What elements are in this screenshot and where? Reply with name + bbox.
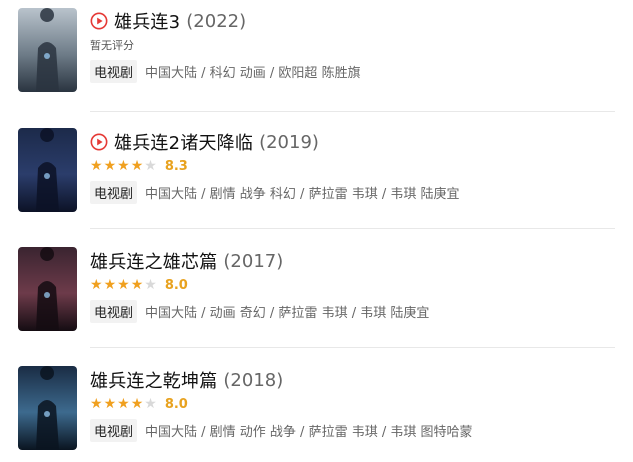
result-info: 雄兵连3 (2022) 暂无评分 电视剧 中国大陆 / 科幻 动画 / 欧阳超 … <box>90 8 615 83</box>
star-rating: ★ ★ ★ ★ ★ <box>90 397 157 411</box>
star-icon: ★ <box>103 277 117 293</box>
rating-row: ★ ★ ★ ★ ★ 8.0 <box>90 395 615 413</box>
play-circle-icon[interactable] <box>90 133 108 151</box>
divider <box>90 347 615 348</box>
play-circle-icon[interactable] <box>90 12 108 30</box>
poster-image[interactable] <box>18 247 77 331</box>
star-icon: ★ <box>144 396 157 412</box>
star-rating: ★ ★ ★ ★ ★ <box>90 159 157 173</box>
title-row: 雄兵连之雄芯篇 (2017) <box>90 248 615 274</box>
result-info: 雄兵连2诸天降临 (2019) ★ ★ ★ ★ ★ 8.3 电视剧 中国大陆 / 剧情 … <box>90 129 615 204</box>
star-icon: ★ <box>90 158 103 174</box>
star-icon: ★ <box>103 158 117 174</box>
result-year: (2022) <box>186 10 247 32</box>
star-icon: ★ <box>90 277 103 293</box>
meta-tags: 中国大陆 / 剧情 动作 战争 / 萨拉雷 韦琪 / 韦琪 图特哈蒙 <box>145 424 473 440</box>
title-row: 雄兵连3 (2022) <box>90 8 615 34</box>
result-title[interactable]: 雄兵连之雄芯篇 <box>90 248 217 274</box>
result-item[interactable]: 雄兵连之乾坤篇 (2018) ★ ★ ★ ★ ★ 8.0 电视剧 中国大陆 / 剧情 动… <box>0 355 633 462</box>
result-item[interactable]: 雄兵连之雄芯篇 (2017) ★ ★ ★ ★ ★ 8.0 电视剧 中国大陆 / 动画 奇… <box>0 236 633 352</box>
rating-row: ★ ★ ★ ★ ★ 8.3 <box>90 157 615 175</box>
divider <box>90 111 615 112</box>
star-icon: ★ <box>103 396 117 412</box>
star-icon: ★ <box>90 396 103 412</box>
result-info: 雄兵连之雄芯篇 (2017) ★ ★ ★ ★ ★ 8.0 电视剧 中国大陆 / 动画 奇… <box>90 248 615 323</box>
star-rating: ★ ★ ★ ★ ★ <box>90 278 157 292</box>
tags-row: 电视剧 中国大陆 / 剧情 战争 科幻 / 萨拉雷 韦琪 / 韦琪 陆庚宜 <box>90 180 615 204</box>
no-rating-label: 暂无评分 <box>90 39 134 52</box>
star-icon: ★ <box>117 277 130 293</box>
tags-row: 电视剧 中国大陆 / 动画 奇幻 / 萨拉雷 韦琪 / 韦琪 陆庚宜 <box>90 299 615 323</box>
result-title[interactable]: 雄兵连之乾坤篇 <box>90 367 217 393</box>
result-title[interactable]: 雄兵连2诸天降临 <box>114 129 253 155</box>
score: 8.0 <box>164 277 188 293</box>
search-results-list: 雄兵连3 (2022) 暂无评分 电视剧 中国大陆 / 科幻 动画 / 欧阳超 … <box>0 0 633 462</box>
result-year: (2019) <box>259 131 319 153</box>
meta-tags: 中国大陆 / 剧情 战争 科幻 / 萨拉雷 韦琪 / 韦琪 陆庚宜 <box>145 186 460 202</box>
result-info: 雄兵连之乾坤篇 (2018) ★ ★ ★ ★ ★ 8.0 电视剧 中国大陆 / 剧情 动… <box>90 367 615 442</box>
result-year: (2017) <box>223 250 284 272</box>
meta-tags: 中国大陆 / 科幻 动画 / 欧阳超 陈胜旗 <box>145 65 361 81</box>
meta-tags: 中国大陆 / 动画 奇幻 / 萨拉雷 韦琪 / 韦琪 陆庚宜 <box>145 305 430 321</box>
rating-row: 暂无评分 <box>90 36 615 54</box>
poster-image[interactable] <box>18 128 77 212</box>
title-row: 雄兵连之乾坤篇 (2018) <box>90 367 615 393</box>
title-row: 雄兵连2诸天降临 (2019) <box>90 129 615 155</box>
score: 8.0 <box>164 396 188 412</box>
score: 8.3 <box>164 158 188 174</box>
star-icon: ★ <box>144 277 157 293</box>
star-icon: ★ <box>144 158 157 174</box>
result-title[interactable]: 雄兵连3 <box>114 8 180 34</box>
poster-image[interactable] <box>18 366 77 450</box>
type-badge: 电视剧 <box>90 418 138 442</box>
result-year: (2018) <box>223 369 284 391</box>
star-icon: ★ <box>117 396 130 412</box>
star-icon: ★ <box>130 396 144 412</box>
rating-row: ★ ★ ★ ★ ★ 8.0 <box>90 276 615 294</box>
star-icon: ★ <box>130 277 144 293</box>
star-icon: ★ <box>117 158 130 174</box>
tags-row: 电视剧 中国大陆 / 剧情 动作 战争 / 萨拉雷 韦琪 / 韦琪 图特哈蒙 <box>90 418 615 442</box>
divider <box>90 228 615 229</box>
tags-row: 电视剧 中国大陆 / 科幻 动画 / 欧阳超 陈胜旗 <box>90 59 615 83</box>
type-badge: 电视剧 <box>90 180 138 204</box>
star-icon: ★ <box>130 158 144 174</box>
result-item[interactable]: 雄兵连3 (2022) 暂无评分 电视剧 中国大陆 / 科幻 动画 / 欧阳超 … <box>0 0 633 116</box>
type-badge: 电视剧 <box>90 299 138 323</box>
result-item[interactable]: 雄兵连2诸天降临 (2019) ★ ★ ★ ★ ★ 8.3 电视剧 中国大陆 / 剧情 … <box>0 117 633 233</box>
type-badge: 电视剧 <box>90 59 138 83</box>
poster-image[interactable] <box>18 8 77 92</box>
